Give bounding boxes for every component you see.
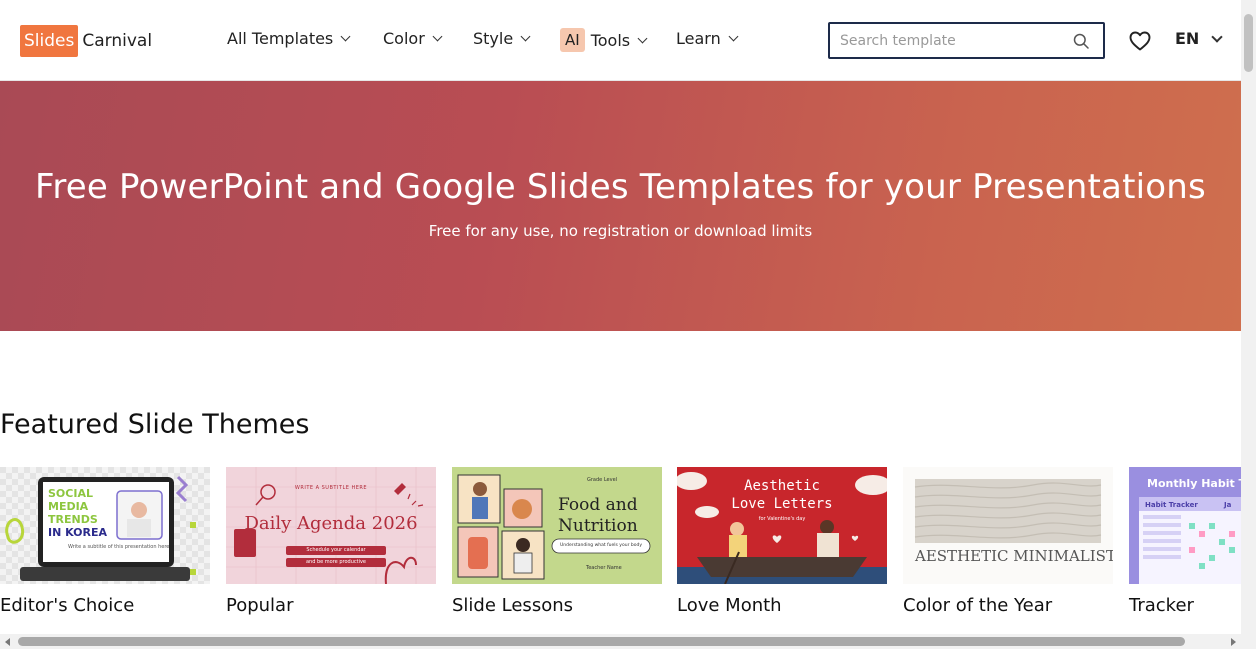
theme-label: Editor's Choice <box>0 595 135 616</box>
logo[interactable]: Slides Carnival <box>20 25 152 57</box>
thumb-line: and be more productive <box>305 559 367 565</box>
thumb-kicker: WRITE A SUBTITLE HERE <box>294 485 368 491</box>
thumb-sub: for Valentine's day <box>758 516 806 522</box>
nav-ai-tools[interactable]: AI Tools <box>560 28 648 52</box>
theme-card-slide-lessons[interactable]: Grade Level Food and Nutrition Understan… <box>452 467 662 616</box>
thumb-sub: Habit Tracker <box>1145 501 1198 509</box>
thumb-pill: Understanding what fuels your body <box>560 543 642 548</box>
nav-label: Learn <box>676 29 721 48</box>
nav-label: Tools <box>590 30 631 50</box>
nav-label: Style <box>473 29 514 48</box>
scroll-left-icon[interactable] <box>5 638 10 646</box>
chevron-down-icon <box>340 31 351 42</box>
language-label: EN <box>1175 29 1200 48</box>
thumb-sub2: Ja <box>1224 501 1232 509</box>
logo-text: Carnival <box>82 31 153 51</box>
search-icon[interactable] <box>1073 33 1089 49</box>
theme-thumbnail: Monthly Habit T Habit Tracker Ja <box>1129 467 1241 584</box>
chevron-down-icon <box>520 31 531 42</box>
scrollbar-thumb[interactable] <box>1244 14 1253 72</box>
thumb-kicker: Grade Level <box>587 477 618 483</box>
theme-card-popular[interactable]: WRITE A SUBTITLE HERE Daily Agenda 2026 … <box>226 467 436 616</box>
thumb-caption: Write a subtitle of this presentation he… <box>68 544 170 550</box>
sand-illustration <box>914 479 1102 543</box>
theme-label: Slide Lessons <box>452 595 573 616</box>
nav-style[interactable]: Style <box>473 29 531 48</box>
nav-color[interactable]: Color <box>383 29 443 48</box>
heart-icon[interactable] <box>1128 29 1152 53</box>
theme-label: Love Month <box>677 595 782 616</box>
theme-thumbnail: Grade Level Food and Nutrition Understan… <box>452 467 662 584</box>
theme-label: Tracker <box>1129 595 1194 616</box>
theme-thumbnail: AESTHETIC MINIMALIST <box>903 467 1113 584</box>
search-box <box>828 22 1105 59</box>
hero-subtitle: Free for any use, no registration or dow… <box>428 222 813 240</box>
site-header: Slides Carnival All Templates Color Styl… <box>0 0 1241 81</box>
language-selector[interactable]: EN <box>1175 29 1223 48</box>
horizontal-scrollbar[interactable] <box>0 634 1241 649</box>
theme-card-love-month[interactable]: Aesthetic Love Letters for Valentine's d… <box>677 467 887 616</box>
hero-title: Free PowerPoint and Google Slides Templa… <box>35 167 1206 207</box>
thumb-title: Daily Agenda 2026 <box>244 513 418 534</box>
theme-thumbnail: WRITE A SUBTITLE HERE Daily Agenda 2026 … <box>226 467 436 584</box>
thumb-line: Schedule your calendar <box>306 547 366 553</box>
ai-badge: AI <box>560 28 585 52</box>
chevron-down-icon <box>432 31 443 42</box>
thumb-title: Food and Nutrition <box>558 495 638 536</box>
vertical-scrollbar[interactable] <box>1241 0 1256 649</box>
nav-label: Color <box>383 29 425 48</box>
theme-label: Color of the Year <box>903 595 1053 616</box>
theme-card-tracker[interactable]: Monthly Habit T Habit Tracker Ja Tracker <box>1129 467 1256 616</box>
theme-label: Popular <box>226 595 294 616</box>
theme-card-color-of-the-year[interactable]: AESTHETIC MINIMALIST Color of the Year <box>903 467 1113 616</box>
nav-all-templates[interactable]: All Templates <box>227 29 351 48</box>
chevron-down-icon <box>728 31 739 42</box>
chevron-down-icon <box>1211 30 1223 43</box>
hero-banner: Free PowerPoint and Google Slides Templa… <box>0 81 1241 331</box>
section-title: Featured Slide Themes <box>0 409 310 440</box>
thumb-title: SOCIAL MEDIA TRENDS IN KOREA <box>48 487 108 539</box>
theme-card-editors-choice[interactable]: SOCIAL MEDIA TRENDS IN KOREA Write a sub… <box>0 467 210 616</box>
thumb-footer: Teacher Name <box>586 565 622 571</box>
page: Slides Carnival All Templates Color Styl… <box>0 0 1256 649</box>
thumb-title: AESTHETIC MINIMALIST <box>915 547 1113 565</box>
thumb-title: Monthly Habit T <box>1147 477 1241 490</box>
scrollbar-thumb[interactable] <box>18 637 1185 646</box>
search-input[interactable] <box>840 31 1060 51</box>
thumb-title: Aesthetic Love Letters <box>731 478 833 512</box>
nav-learn[interactable]: Learn <box>676 29 739 48</box>
nav-label: All Templates <box>227 29 334 48</box>
theme-thumbnail: SOCIAL MEDIA TRENDS IN KOREA Write a sub… <box>0 467 210 584</box>
scroll-right-icon[interactable] <box>1231 638 1236 646</box>
logo-box: Slides <box>20 25 79 57</box>
chevron-down-icon <box>637 33 648 43</box>
theme-thumbnail: Aesthetic Love Letters for Valentine's d… <box>677 467 887 584</box>
